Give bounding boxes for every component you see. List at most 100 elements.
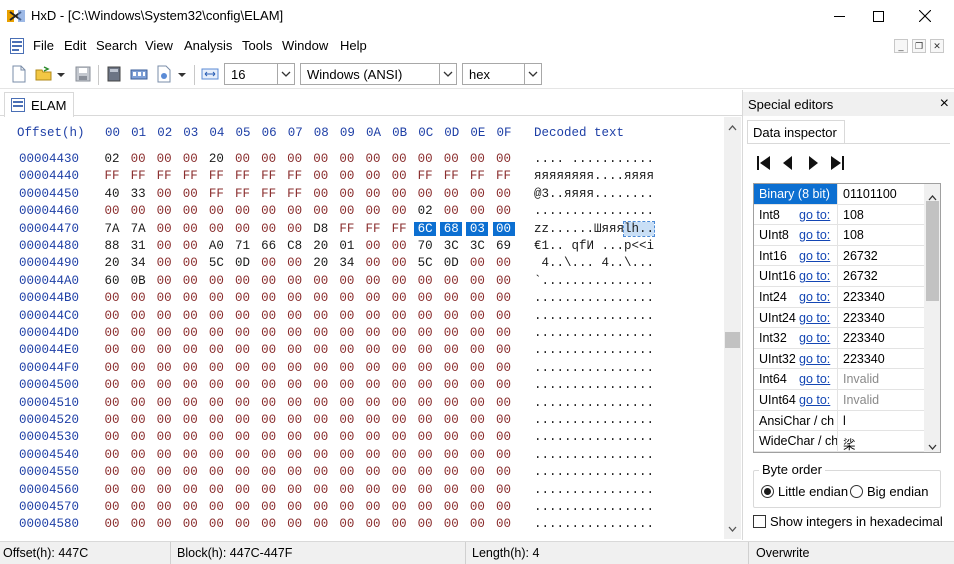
hex-byte[interactable]: 00 bbox=[466, 413, 488, 427]
hex-byte[interactable]: FF bbox=[205, 169, 227, 183]
hex-byte[interactable]: 00 bbox=[310, 465, 332, 479]
decoded-text[interactable]: ................ bbox=[534, 396, 654, 410]
hex-byte[interactable]: 00 bbox=[258, 361, 280, 375]
hex-byte[interactable]: 00 bbox=[388, 309, 410, 323]
hex-byte[interactable]: 00 bbox=[336, 326, 358, 340]
hex-byte[interactable]: 00 bbox=[466, 396, 488, 410]
hex-byte[interactable]: 00 bbox=[336, 448, 358, 462]
hex-byte[interactable]: 00 bbox=[388, 413, 410, 427]
hex-byte[interactable]: 00 bbox=[127, 413, 149, 427]
hex-byte[interactable]: FF bbox=[127, 169, 149, 183]
hex-byte[interactable]: FF bbox=[336, 222, 358, 236]
hex-byte[interactable]: 00 bbox=[310, 343, 332, 357]
hex-byte[interactable]: 5C bbox=[205, 256, 227, 270]
hex-byte[interactable]: 00 bbox=[388, 326, 410, 340]
file-tools-icon[interactable] bbox=[155, 65, 173, 83]
hex-byte[interactable]: 00 bbox=[284, 430, 306, 444]
decoded-text[interactable]: ................ bbox=[534, 361, 654, 375]
hex-byte[interactable]: 00 bbox=[466, 326, 488, 340]
hex-byte[interactable]: 00 bbox=[258, 517, 280, 531]
hex-byte[interactable]: 00 bbox=[336, 309, 358, 323]
hex-byte[interactable]: 00 bbox=[205, 274, 227, 288]
show-hex-checkbox[interactable] bbox=[753, 515, 766, 528]
hex-byte[interactable]: 00 bbox=[179, 239, 201, 253]
hex-byte[interactable]: 00 bbox=[440, 343, 462, 357]
inspector-row[interactable]: UInt8 go to: 108 bbox=[754, 225, 924, 246]
hex-byte[interactable]: 00 bbox=[336, 465, 358, 479]
hex-byte[interactable]: 00 bbox=[414, 291, 436, 305]
decoded-text[interactable]: ................ bbox=[534, 500, 654, 514]
hex-byte[interactable]: 00 bbox=[284, 413, 306, 427]
hex-byte[interactable]: 00 bbox=[388, 517, 410, 531]
hex-byte[interactable]: 00 bbox=[466, 309, 488, 323]
hex-byte[interactable]: 00 bbox=[232, 483, 254, 497]
menu-window[interactable]: Window bbox=[282, 38, 328, 53]
hex-byte[interactable]: 68 bbox=[440, 221, 463, 236]
hex-byte[interactable]: 00 bbox=[258, 152, 280, 166]
inspector-value[interactable]: 108 bbox=[843, 228, 864, 242]
hex-byte[interactable]: 00 bbox=[466, 291, 488, 305]
hex-byte[interactable]: 00 bbox=[310, 517, 332, 531]
goto-link[interactable]: go to: bbox=[799, 393, 830, 407]
maximize-button[interactable] bbox=[855, 0, 901, 32]
decoded-text[interactable]: ................ bbox=[534, 326, 654, 340]
hex-byte[interactable]: 00 bbox=[414, 448, 436, 462]
hex-byte[interactable]: 00 bbox=[205, 517, 227, 531]
vertical-scrollbar[interactable] bbox=[724, 117, 741, 539]
hex-byte[interactable]: 00 bbox=[153, 204, 175, 218]
hex-byte[interactable]: 00 bbox=[258, 204, 280, 218]
hex-byte[interactable]: 00 bbox=[414, 152, 436, 166]
hex-byte[interactable]: 5C bbox=[414, 256, 436, 270]
hex-byte[interactable]: 00 bbox=[205, 204, 227, 218]
hex-byte[interactable]: 00 bbox=[414, 500, 436, 514]
hex-byte[interactable]: 00 bbox=[466, 187, 488, 201]
hex-byte[interactable]: 00 bbox=[336, 378, 358, 392]
inspector-row[interactable]: Binary (8 bit) 01101100 bbox=[754, 184, 924, 205]
hex-byte[interactable]: 00 bbox=[414, 361, 436, 375]
hex-byte[interactable]: 00 bbox=[232, 152, 254, 166]
decoded-text[interactable]: ................ bbox=[534, 483, 654, 497]
hex-byte[interactable]: 00 bbox=[362, 396, 384, 410]
inspector-value[interactable]: Invalid bbox=[843, 372, 879, 386]
mdi-restore-button[interactable]: ❐ bbox=[912, 39, 926, 53]
dropdown-button[interactable] bbox=[277, 64, 294, 84]
decoded-text[interactable]: zz......Шяяяlh.. bbox=[534, 220, 656, 237]
hex-byte[interactable]: 00 bbox=[205, 448, 227, 462]
hex-byte[interactable]: 00 bbox=[388, 378, 410, 392]
hex-byte[interactable]: 00 bbox=[179, 396, 201, 410]
hex-byte[interactable]: 00 bbox=[232, 326, 254, 340]
inspector-row[interactable]: UInt24 go to: 223340 bbox=[754, 307, 924, 329]
hex-byte[interactable]: 00 bbox=[153, 500, 175, 514]
hex-byte[interactable]: 00 bbox=[362, 204, 384, 218]
hex-byte[interactable]: 00 bbox=[336, 396, 358, 410]
inspector-value[interactable]: l bbox=[843, 414, 846, 428]
hex-byte[interactable]: 00 bbox=[440, 448, 462, 462]
decoded-text[interactable]: @3..яяяя........ bbox=[534, 187, 654, 201]
menu-search[interactable]: Search bbox=[96, 38, 137, 53]
hex-byte[interactable]: 00 bbox=[310, 378, 332, 392]
goto-link[interactable]: go to: bbox=[799, 208, 830, 222]
inspector-value[interactable]: 108 bbox=[843, 208, 864, 222]
decoded-text[interactable]: ................ bbox=[534, 309, 654, 323]
hex-byte[interactable]: 00 bbox=[258, 326, 280, 340]
hex-byte[interactable]: FF bbox=[258, 187, 280, 201]
hex-byte[interactable]: 00 bbox=[179, 326, 201, 340]
hex-byte[interactable]: FF bbox=[258, 169, 280, 183]
hex-byte[interactable]: 00 bbox=[101, 517, 123, 531]
hex-byte[interactable]: 00 bbox=[440, 204, 462, 218]
hex-byte[interactable]: 00 bbox=[258, 274, 280, 288]
menu-tools[interactable]: Tools bbox=[242, 38, 272, 53]
hex-byte[interactable]: 00 bbox=[205, 361, 227, 375]
hex-byte[interactable]: 00 bbox=[466, 343, 488, 357]
hex-byte[interactable]: 00 bbox=[336, 152, 358, 166]
hex-byte[interactable]: 0D bbox=[440, 256, 462, 270]
new-file-icon[interactable] bbox=[10, 65, 28, 83]
goto-link[interactable]: go to: bbox=[799, 311, 830, 325]
hex-byte[interactable]: FF bbox=[388, 222, 410, 236]
hex-byte[interactable]: 34 bbox=[336, 256, 358, 270]
hex-byte[interactable]: 02 bbox=[414, 204, 436, 218]
inspector-value[interactable]: 26732 bbox=[843, 249, 878, 263]
hex-byte[interactable]: 00 bbox=[310, 291, 332, 305]
big-endian-label[interactable]: Big endian bbox=[867, 484, 928, 499]
hex-byte[interactable]: 00 bbox=[440, 274, 462, 288]
